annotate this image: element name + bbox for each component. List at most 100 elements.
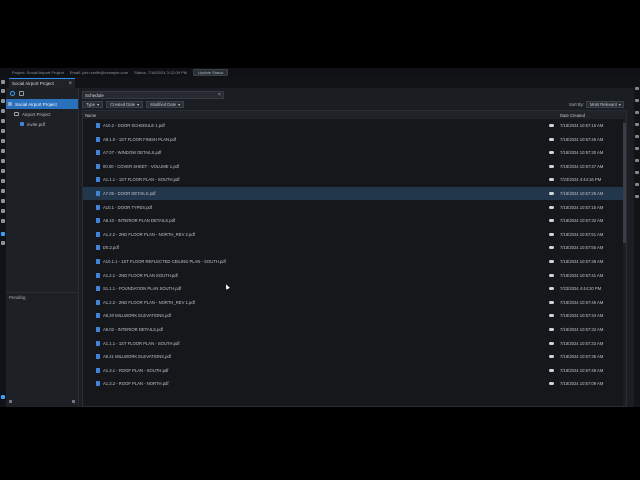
close-icon[interactable]: ×	[68, 81, 72, 87]
history-icon[interactable]	[635, 183, 639, 186]
close-icon[interactable]: ×	[218, 92, 221, 99]
date-created: 7/18/2024 10:57:41 AM	[560, 272, 604, 278]
tab-social-airport-project[interactable]: Social Airport Project ×	[9, 78, 75, 88]
table-row[interactable]: A1.3.1 - ROOF PLAN - SOUTH.pdf 7/18/2024 …	[83, 364, 626, 377]
account-icon[interactable]	[1, 395, 5, 399]
cloud-icon	[549, 300, 554, 304]
chevron-down-icon: ▾	[97, 102, 100, 107]
update-status-button[interactable]: Update Status	[193, 69, 229, 76]
table-row[interactable]: A1.2.2 - 2ND FLOOR PLAN - NORTH_REV 2.pd…	[83, 228, 626, 241]
save-icon[interactable]	[1, 109, 5, 113]
thumbnails-icon[interactable]	[635, 99, 639, 102]
table-row[interactable]: A8.1.0 - 1ST FLOOR FINISH PLAN.pdf 7/18/2…	[83, 133, 626, 146]
expand-icon[interactable]	[9, 400, 12, 403]
table-row[interactable]: A10.1 - DOOR TYPES.pdf 7/18/2024 10:57:15…	[83, 201, 626, 214]
search-input[interactable]: Schedule ×	[82, 91, 224, 99]
search-icon[interactable]	[635, 123, 639, 126]
pdf-file-icon	[96, 259, 100, 264]
panel-toggle-icon[interactable]	[635, 87, 639, 90]
pdf-file-icon	[96, 299, 100, 305]
filter-type[interactable]: Type ▾	[82, 101, 104, 108]
layers-icon[interactable]	[635, 135, 639, 138]
date-created: 7/18/2024 10:57:09 AM	[560, 381, 604, 387]
text-icon[interactable]	[1, 199, 5, 203]
properties-icon[interactable]	[1, 241, 5, 245]
table-row[interactable]: A1.2.1 - 2ND FLOOR PLAN SOUTH.pdf 7/18/20…	[83, 269, 626, 282]
filter-modified-date[interactable]: Modified Date ▾	[146, 101, 185, 108]
cloud-icon	[549, 137, 554, 141]
date-created: 7/18/2024 10:57:33 AM	[560, 340, 604, 346]
bookmarks-icon[interactable]	[635, 111, 639, 114]
sort-select[interactable]: Most Relevant ▾	[586, 101, 624, 108]
search-input-value: Schedule	[85, 92, 104, 98]
pdf-file-icon	[20, 122, 24, 126]
table-row[interactable]: A7.07 - WINDOW DETAILS.pdf 7/18/2024 10:5…	[83, 146, 626, 159]
tree-item-airport-project[interactable]: Airport Project	[6, 109, 78, 119]
column-header-date-created[interactable]: Date Created	[560, 113, 585, 118]
table-row[interactable]: D0.2.pdf 7/18/2024 10:57:55 AM	[83, 241, 626, 254]
user-label: Email: john.smith@example.com	[69, 70, 129, 75]
table-row[interactable]: A1.1.1 - 1ST FLOOR PLAN - SOUTH.pdf 7/23/…	[83, 173, 626, 186]
cloud-icon	[549, 178, 554, 182]
panel-icon[interactable]	[72, 400, 75, 403]
scrollbar[interactable]	[623, 119, 626, 406]
tree-item-invite-pdf[interactable]: invite.pdf	[6, 119, 78, 129]
date-created: 7/18/2024 10:57:30 AM	[560, 150, 604, 156]
table-row[interactable]: A8.02 - INTERIOR DETAILS.pdf 7/18/2024 10…	[83, 323, 626, 336]
file-icon[interactable]	[1, 99, 5, 103]
table-row[interactable]: 00.00 - COVER SHEET - VOLUME 1.pdf 7/18/2…	[83, 160, 626, 173]
markup-icon[interactable]	[1, 159, 5, 163]
tree-item-label: invite.pdf	[27, 121, 46, 127]
date-created: 7/18/2024 10:57:32 AM	[560, 218, 604, 224]
table-row[interactable]: A1.3.2 - ROOF PLAN - NORTH.pdf 7/18/2024 …	[83, 377, 626, 390]
search-results-panel: Schedule × Type ▾ Created Date ▾ Modifie…	[79, 88, 640, 407]
sets-icon[interactable]	[635, 159, 639, 162]
pdf-file-icon	[96, 354, 100, 360]
table-row[interactable]: S1.1.1 - FOUNDATION PLAN SOUTH.pdf 7/23/2…	[83, 282, 626, 295]
table-row[interactable]: A8.21 MILLWORK ELEVATIONS.pdf 7/18/2024 1…	[83, 350, 626, 363]
scrollbar-thumb[interactable]	[623, 123, 626, 243]
table-row[interactable]: A7.05 - DOOR DETAILS.pdf 7/18/2024 10:57:…	[83, 187, 626, 200]
print-icon[interactable]	[1, 119, 5, 123]
links-icon[interactable]	[635, 147, 639, 150]
table-row[interactable]: A10.2 - DOOR SCHEDULE 1.pdf 7/18/2024 10:…	[83, 119, 626, 132]
file-name: A8.02 - INTERIOR DETAILS.pdf	[103, 327, 163, 332]
filter-bar: Type ▾ Created Date ▾ Modified Date ▾	[82, 101, 185, 108]
open-icon[interactable]	[1, 80, 5, 84]
signatures-icon[interactable]	[635, 195, 639, 198]
right-tool-rail	[634, 77, 640, 407]
cloud-icon	[549, 273, 554, 277]
table-row[interactable]: A8.20 MILLWORK ELEVATIONS.pdf 7/18/2024 1…	[83, 309, 626, 322]
stamp-icon[interactable]	[1, 209, 5, 213]
file-name: A1.1.1 - 1ST FLOOR PLAN - SOUTH.pdf	[103, 340, 180, 346]
tree-item-project-root[interactable]: Social Airport Project	[6, 99, 78, 109]
table-row[interactable]: A1.2.2 - 2ND FLOOR PLAN - NORTH_REV 1.pd…	[83, 296, 626, 309]
sidebar-divider	[6, 292, 78, 293]
cloud-icon	[549, 341, 554, 345]
column-header-name[interactable]: Name	[85, 113, 96, 118]
table-row[interactable]: A10.1.1 - 1ST FLOOR REFLECTED CEILING PL…	[83, 255, 626, 268]
table-row[interactable]: A1.1.1 - 1ST FLOOR PLAN - SOUTH.pdf 7/18/…	[83, 337, 626, 350]
properties-icon[interactable]	[635, 171, 639, 174]
date-created: 7/18/2024 10:57:37 AM	[560, 163, 604, 169]
file-name: A8.10 - INTERIOR PLAN DETAILS.pdf	[103, 218, 176, 224]
date-created: 7/18/2024 10:57:15 AM	[560, 204, 604, 210]
layers-icon[interactable]	[1, 169, 5, 173]
tree-item-label: Social Airport Project	[15, 101, 57, 107]
results-table: Name Date Created A10.2 - DOOR SCHEDULE …	[82, 110, 627, 407]
redo-icon[interactable]	[1, 149, 5, 153]
list-icon[interactable]	[1, 219, 5, 223]
table-row[interactable]: A8.10 - INTERIOR PLAN DETAILS.pdf 7/18/20…	[83, 214, 626, 227]
studio-icon[interactable]	[1, 232, 5, 236]
pen-icon[interactable]	[1, 189, 5, 193]
undo-icon[interactable]	[1, 139, 5, 143]
cloud-icon	[549, 205, 554, 209]
sort-label: Sort By:	[569, 102, 584, 107]
refresh-icon[interactable]	[10, 91, 15, 96]
measure-icon[interactable]	[1, 179, 5, 183]
filter-created-date[interactable]: Created Date ▾	[106, 101, 144, 108]
folder-icon[interactable]	[1, 89, 5, 93]
file-name: S1.1.1 - FOUNDATION PLAN SOUTH.pdf	[103, 286, 182, 292]
columns-icon[interactable]	[19, 91, 24, 96]
settings-icon[interactable]	[1, 129, 5, 133]
